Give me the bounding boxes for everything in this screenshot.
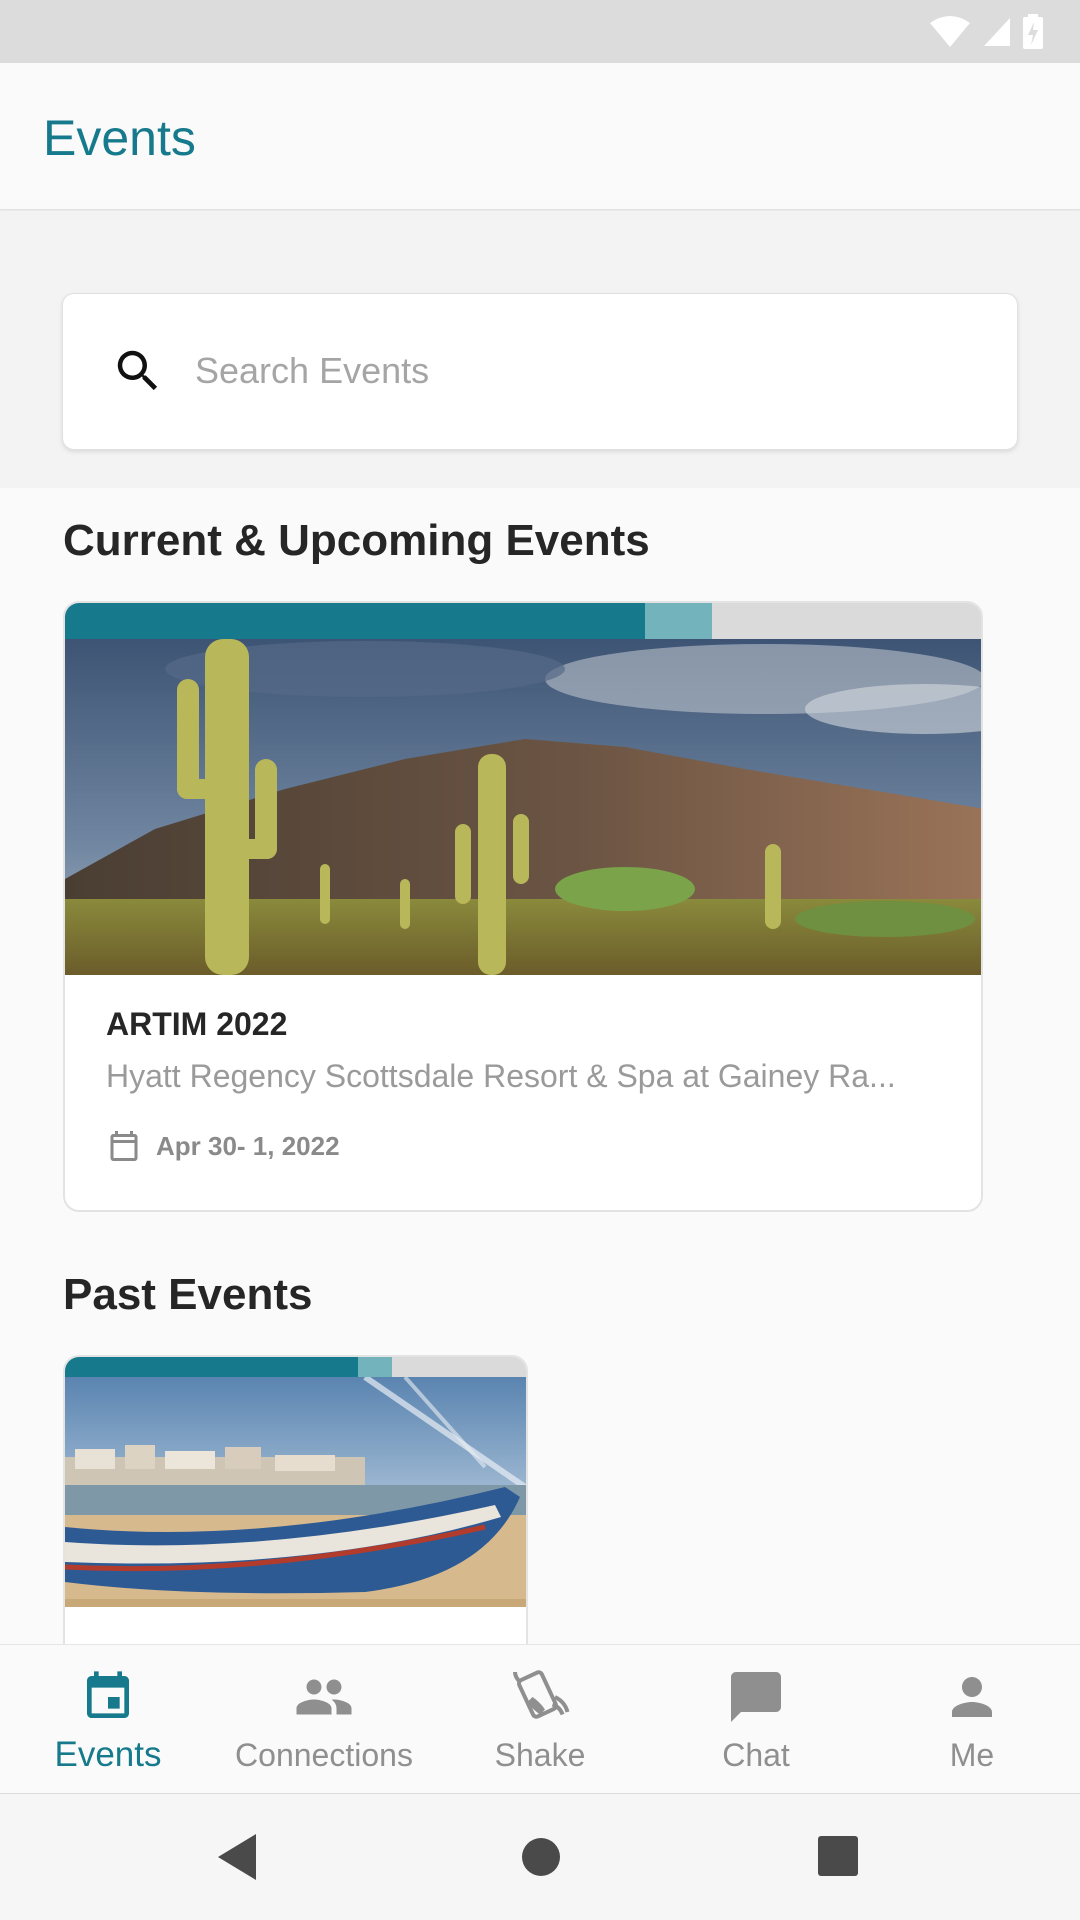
- event-card[interactable]: ARTIM 2022 Hyatt Regency Scottsdale Reso…: [63, 601, 983, 1212]
- desert-cactus-image: [65, 639, 981, 975]
- nav-label: Shake: [494, 1737, 586, 1773]
- event-date: Apr 30- 1, 2022: [156, 1130, 340, 1161]
- event-progress-bar: [65, 603, 981, 639]
- cellular-signal-icon: [984, 18, 1010, 46]
- wifi-icon: [930, 16, 970, 47]
- event-location: Hyatt Regency Scottsdale Resort & Spa at…: [106, 1058, 896, 1094]
- home-icon[interactable]: [521, 1832, 561, 1882]
- nav-me[interactable]: Me: [864, 1645, 1080, 1793]
- system-navigation-bar: [0, 1793, 1080, 1920]
- chat-bubble-icon: [731, 1672, 781, 1722]
- calendar-icon: [87, 1671, 129, 1718]
- app-bar: Events: [0, 63, 1080, 210]
- bottom-navigation: Events Connections Shake Chat Me: [0, 1644, 1080, 1793]
- harbor-boat-image: [65, 1377, 526, 1607]
- current-events-heading: Current & Upcoming Events: [63, 516, 650, 565]
- past-event-card[interactable]: [63, 1355, 528, 1644]
- nav-label: Me: [949, 1737, 995, 1773]
- search-section: [0, 211, 1080, 488]
- nav-label: Connections: [235, 1737, 413, 1773]
- events-list: Current & Upcoming Events ARTIM 2022 Hya…: [0, 488, 1080, 1644]
- status-bar: [0, 0, 1080, 63]
- search-input[interactable]: [195, 336, 975, 406]
- battery-charging-icon: [1023, 14, 1043, 49]
- nav-label: Events: [54, 1735, 162, 1774]
- people-icon: [296, 1679, 352, 1715]
- search-box[interactable]: [62, 293, 1018, 450]
- past-events-heading: Past Events: [63, 1270, 313, 1319]
- nav-chat[interactable]: Chat: [648, 1645, 864, 1793]
- event-title: ARTIM 2022: [106, 1006, 288, 1042]
- back-icon[interactable]: [216, 1832, 260, 1882]
- nav-connections[interactable]: Connections: [216, 1645, 432, 1793]
- event-date-row: Apr 30- 1, 2022: [106, 1127, 340, 1165]
- status-icons: [928, 14, 1044, 50]
- nav-events[interactable]: Events: [0, 1645, 216, 1793]
- event-progress-bar: [65, 1357, 526, 1377]
- person-icon: [952, 1677, 992, 1717]
- recents-icon[interactable]: [817, 1832, 859, 1882]
- calendar-icon: [110, 1131, 138, 1161]
- search-icon: [117, 350, 158, 391]
- nav-shake[interactable]: Shake: [432, 1645, 648, 1793]
- page-title: Events: [43, 110, 196, 166]
- shake-phone-icon: [513, 1670, 570, 1719]
- nav-label: Chat: [722, 1737, 790, 1773]
